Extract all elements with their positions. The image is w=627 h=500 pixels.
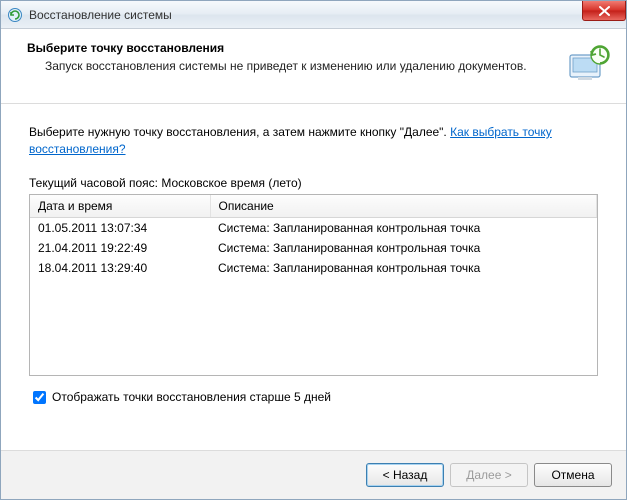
cell-desc: Система: Запланированная контрольная точ… bbox=[210, 238, 597, 258]
window-title: Восстановление системы bbox=[29, 8, 172, 22]
next-button: Далее > bbox=[450, 463, 528, 487]
page-title: Выберите точку восстановления bbox=[27, 41, 554, 55]
system-restore-window: Восстановление системы Выберите точку во… bbox=[0, 0, 627, 500]
restore-icon bbox=[7, 7, 23, 23]
timezone-label: Текущий часовой пояс: Московское время (… bbox=[29, 176, 598, 190]
show-older-checkbox[interactable] bbox=[33, 391, 46, 404]
show-older-checkbox-row[interactable]: Отображать точки восстановления старше 5… bbox=[29, 388, 598, 407]
content-area: Выберите нужную точку восстановления, а … bbox=[1, 104, 626, 417]
footer-buttons: < Назад Далее > Отмена bbox=[1, 450, 626, 499]
cancel-button[interactable]: Отмена bbox=[534, 463, 612, 487]
restore-large-icon bbox=[564, 41, 612, 89]
cell-date: 18.04.2011 13:29:40 bbox=[30, 258, 210, 278]
page-subtitle: Запуск восстановления системы не приведе… bbox=[27, 59, 554, 73]
cell-date: 21.04.2011 19:22:49 bbox=[30, 238, 210, 258]
table-row[interactable]: 01.05.2011 13:07:34 Система: Запланирова… bbox=[30, 217, 597, 238]
instruction-text: Выберите нужную точку восстановления, а … bbox=[29, 124, 598, 158]
close-button[interactable] bbox=[582, 1, 626, 21]
table-row[interactable]: 21.04.2011 19:22:49 Система: Запланирова… bbox=[30, 238, 597, 258]
restore-points-table[interactable]: Дата и время Описание 01.05.2011 13:07:3… bbox=[29, 194, 598, 376]
instruction-prefix: Выберите нужную точку восстановления, а … bbox=[29, 125, 450, 139]
cell-date: 01.05.2011 13:07:34 bbox=[30, 217, 210, 238]
show-older-label: Отображать точки восстановления старше 5… bbox=[52, 390, 331, 404]
table-row[interactable]: 18.04.2011 13:29:40 Система: Запланирова… bbox=[30, 258, 597, 278]
header-band: Выберите точку восстановления Запуск вос… bbox=[1, 29, 626, 104]
cell-desc: Система: Запланированная контрольная точ… bbox=[210, 258, 597, 278]
col-header-date[interactable]: Дата и время bbox=[30, 195, 210, 218]
close-icon bbox=[599, 6, 610, 16]
col-header-desc[interactable]: Описание bbox=[210, 195, 597, 218]
cell-desc: Система: Запланированная контрольная точ… bbox=[210, 217, 597, 238]
back-button[interactable]: < Назад bbox=[366, 463, 444, 487]
titlebar: Восстановление системы bbox=[1, 1, 626, 29]
